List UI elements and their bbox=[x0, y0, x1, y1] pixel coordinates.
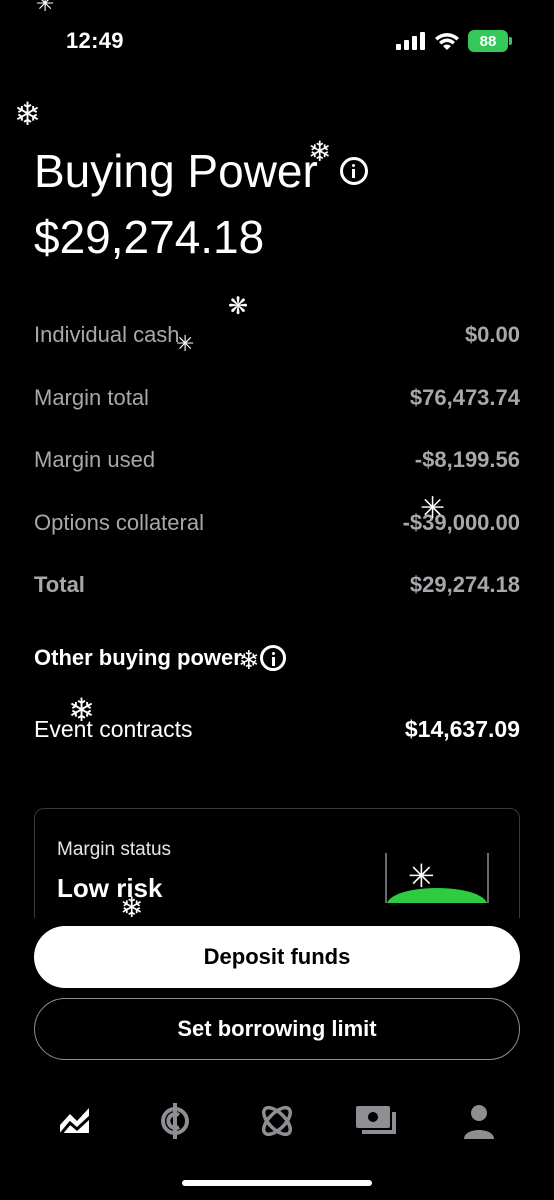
row-label: Margin used bbox=[34, 447, 156, 473]
row-label: Event contracts bbox=[34, 716, 193, 742]
chart-icon bbox=[58, 1108, 92, 1136]
page-title-text: Buying Power bbox=[34, 145, 318, 197]
page-title: Buying Power bbox=[34, 144, 368, 198]
crypto-icon bbox=[161, 1103, 189, 1139]
battery-cap bbox=[509, 37, 512, 45]
buying-power-amount: $29,274.18 bbox=[34, 211, 265, 263]
margin-status-value: Low risk bbox=[57, 873, 163, 903]
status-bar: 12:49 88 bbox=[0, 0, 554, 80]
breakdown-list: Individual cash $0.00 Margin total $76,4… bbox=[34, 304, 520, 617]
snowflake-icon: ❄ bbox=[14, 95, 41, 133]
cellular-signal-icon bbox=[396, 32, 425, 50]
battery-icon: 88 bbox=[468, 30, 508, 52]
deposit-funds-button[interactable]: Deposit funds bbox=[34, 926, 520, 988]
row-value: $29,274.18 bbox=[409, 572, 520, 598]
margin-status-label: Margin status bbox=[57, 839, 172, 860]
section-title: Other buying power bbox=[34, 645, 242, 670]
set-borrowing-limit-button[interactable]: Set borrowing limit bbox=[34, 998, 520, 1060]
row-label: Total bbox=[34, 572, 85, 598]
button-label: Set borrowing limit bbox=[177, 1016, 377, 1041]
tab-bar bbox=[0, 1096, 554, 1156]
wifi-icon bbox=[435, 33, 459, 50]
row-value: $0.00 bbox=[464, 322, 520, 348]
tab-account[interactable] bbox=[454, 1096, 504, 1146]
row-value: -$39,000.00 bbox=[402, 509, 520, 535]
button-label: Deposit funds bbox=[203, 944, 351, 969]
event-contracts-row[interactable]: Event contracts $14,637.09 bbox=[34, 716, 520, 743]
margin-status-card[interactable]: Margin status Low risk bbox=[34, 808, 520, 918]
status-time: 12:49 bbox=[66, 28, 124, 53]
row-label: Margin total bbox=[34, 384, 149, 410]
list-item: Options collateral -$39,000.00 bbox=[34, 492, 520, 555]
row-label: Options collateral bbox=[34, 509, 204, 535]
list-item: Margin used -$8,199.56 bbox=[34, 429, 520, 492]
info-icon[interactable] bbox=[259, 645, 286, 671]
tab-cash[interactable] bbox=[352, 1096, 402, 1146]
account-icon bbox=[464, 1105, 494, 1139]
tab-predictions[interactable] bbox=[252, 1096, 302, 1146]
total-row: Total $29,274.18 bbox=[34, 554, 520, 617]
row-value: $76,473.74 bbox=[409, 384, 520, 410]
other-buying-power-heading: Other buying power bbox=[34, 645, 286, 671]
atom-icon bbox=[261, 1105, 293, 1137]
risk-gauge-icon bbox=[385, 853, 489, 903]
tab-investing[interactable] bbox=[50, 1096, 100, 1146]
row-label: Individual cash bbox=[34, 322, 180, 348]
cash-icon bbox=[356, 1106, 396, 1134]
tab-crypto[interactable] bbox=[150, 1096, 200, 1146]
list-item: Individual cash $0.00 bbox=[34, 304, 520, 367]
row-value: $14,637.09 bbox=[404, 716, 520, 742]
row-value: -$8,199.56 bbox=[414, 447, 520, 473]
home-indicator[interactable] bbox=[182, 1180, 372, 1186]
list-item: Margin total $76,473.74 bbox=[34, 367, 520, 430]
battery-level: 88 bbox=[479, 32, 497, 50]
info-icon[interactable] bbox=[339, 157, 368, 185]
